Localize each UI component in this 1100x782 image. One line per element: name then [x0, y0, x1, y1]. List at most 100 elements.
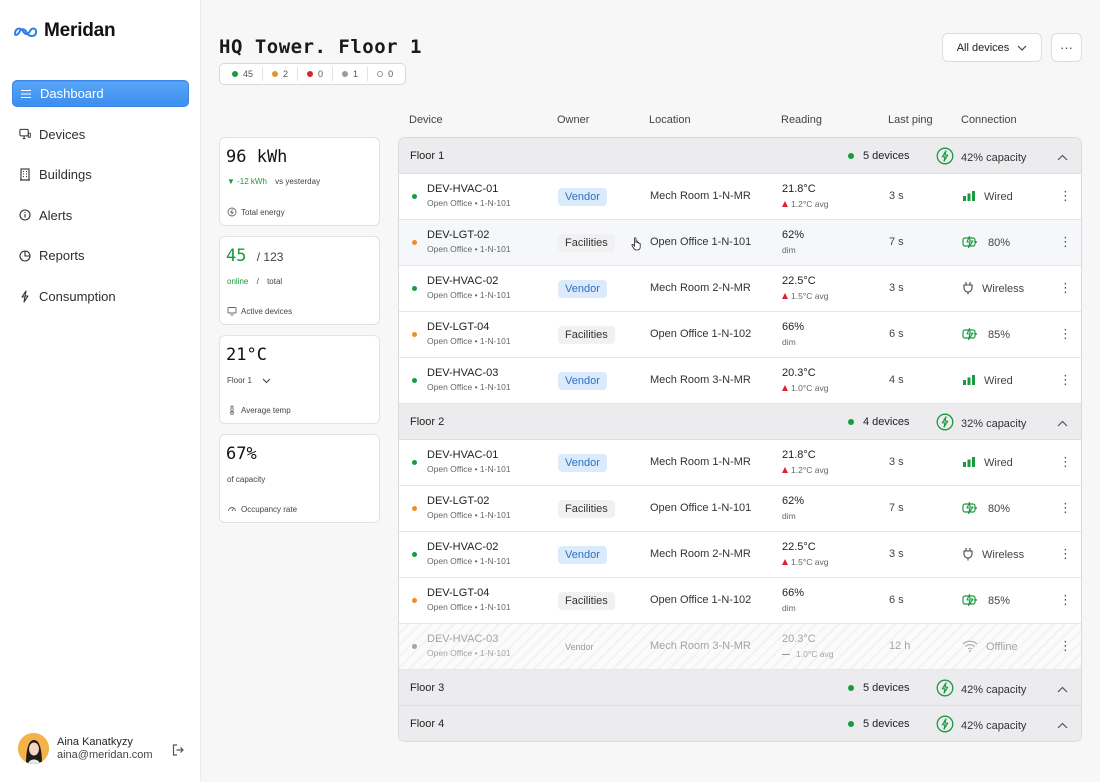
- temp-scope-select[interactable]: Floor 1: [227, 376, 271, 385]
- chevron-up-icon[interactable]: [1057, 150, 1068, 164]
- reading-value: 21.8°C: [782, 183, 816, 195]
- reading-sub-text: dim: [782, 603, 796, 613]
- bolt-icon: [19, 289, 31, 303]
- column-owner[interactable]: Owner: [557, 114, 589, 126]
- column-location[interactable]: Location: [649, 114, 691, 126]
- column-device[interactable]: Device: [409, 114, 443, 126]
- devices-sub: online / total: [227, 277, 282, 286]
- table-row[interactable]: DEV-HVAC-02 Open Office • 1-N-101 Vendor Me…: [399, 266, 1081, 312]
- column-reading[interactable]: Reading: [781, 114, 822, 126]
- temp-scope: Floor 1: [227, 376, 252, 385]
- reading-value: 22.5°C: [782, 541, 816, 553]
- table-row[interactable]: DEV-HVAC-01 Open Office • 1-N-101 Vendor Me…: [399, 440, 1081, 486]
- temp-label: Average temp: [241, 405, 291, 415]
- device-id: DEV-LGT-04: [427, 321, 490, 333]
- reading-value: 62%: [782, 229, 805, 241]
- floor-group-header[interactable]: Floor 3 5 devices 42% capacity: [399, 670, 1081, 706]
- table-row[interactable]: DEV-LGT-02 Open Office • 1-N-101 Facilitie…: [399, 220, 1081, 266]
- nav-item-alerts[interactable]: Alerts: [12, 202, 189, 229]
- chevron-up-icon[interactable]: [1057, 718, 1068, 732]
- floor-group-header[interactable]: Floor 1 5 devices 42% capacity: [399, 138, 1081, 174]
- nav-item-consumption[interactable]: Consumption: [12, 283, 189, 310]
- nav-item-buildings[interactable]: Buildings: [12, 161, 189, 188]
- nav-item-label: Reports: [39, 248, 85, 263]
- row-menu-icon[interactable]: ⋮: [1059, 235, 1072, 248]
- thermometer-icon: [230, 405, 234, 415]
- sidebar: Meridan Dashboard Devices Buildings Alerts R…: [0, 0, 201, 782]
- user-profile[interactable]: Aina Kanatkyzy aina@meridan.com: [18, 733, 186, 764]
- device-id: DEV-HVAC-01: [427, 449, 499, 461]
- status-count: 45: [223, 67, 264, 81]
- brand[interactable]: Meridan: [12, 20, 116, 42]
- floor-name: Floor 3: [410, 682, 445, 694]
- nav-item-dashboard[interactable]: Dashboard: [12, 80, 189, 107]
- row-menu-icon[interactable]: ⋮: [1059, 281, 1072, 294]
- device-location: Open Office • 1-N-101: [427, 336, 511, 346]
- row-menu-icon[interactable]: ⋮: [1059, 639, 1072, 652]
- row-menu-icon[interactable]: ⋮: [1059, 547, 1072, 560]
- devices-label: Active devices: [241, 306, 293, 316]
- reading-sub: 1.0°C avg: [782, 649, 833, 659]
- energy-delta-row: ▼ -12 kWh vs yesterday: [227, 177, 320, 186]
- connection-label: Wired: [984, 375, 1013, 387]
- location-cell: Open Office 1-N-101: [650, 502, 752, 514]
- reading-sub-text: dim: [782, 337, 796, 347]
- status-dot-icon: [272, 71, 279, 77]
- floor-device-count: 5 devices: [848, 682, 909, 694]
- row-menu-icon[interactable]: ⋮: [1059, 593, 1072, 606]
- table-row[interactable]: DEV-HVAC-02 Open Office • 1-N-101 Vendor Me…: [399, 532, 1081, 578]
- online-count: 45: [226, 246, 247, 266]
- nav-item-devices[interactable]: Devices: [12, 121, 189, 148]
- status-dot-icon: [412, 378, 417, 383]
- floor-device-count-label: 5 devices: [863, 150, 910, 162]
- row-menu-icon[interactable]: ⋮: [1059, 373, 1072, 386]
- reading-sub: dim: [782, 511, 796, 521]
- more-options-button[interactable]: ···: [1051, 33, 1082, 62]
- column-connection[interactable]: Connection: [961, 114, 1017, 126]
- online-label: online: [227, 277, 249, 286]
- row-menu-icon[interactable]: ⋮: [1059, 189, 1072, 202]
- status-summary: 45 2 0 1 0: [219, 63, 407, 85]
- owner-badge: Facilities: [558, 500, 615, 518]
- connection-label: 85%: [988, 329, 1011, 341]
- device-filter-dropdown[interactable]: All devices: [942, 33, 1042, 62]
- row-menu-icon[interactable]: ⋮: [1059, 501, 1072, 514]
- last-ping: 3 s: [889, 190, 904, 202]
- status-count: 0: [298, 67, 334, 81]
- reading-sub: 1.2°C avg: [782, 465, 828, 475]
- table-row[interactable]: DEV-HVAC-03 Open Office • 1-N-101 Vendor Me…: [399, 624, 1081, 670]
- row-menu-icon[interactable]: ⋮: [1059, 455, 1072, 468]
- connection-cell: 85%: [962, 325, 1010, 345]
- reading-value: 66%: [782, 587, 805, 599]
- bolt-circle-icon: [936, 679, 954, 700]
- status-dot-icon: [232, 71, 238, 77]
- chevron-up-icon[interactable]: [1057, 416, 1068, 430]
- table-row[interactable]: DEV-LGT-04 Open Office • 1-N-101 Facilitie…: [399, 312, 1081, 358]
- device-location: Open Office • 1-N-101: [427, 556, 511, 566]
- logout-icon[interactable]: [172, 744, 184, 759]
- owner-badge: Vendor: [565, 642, 594, 652]
- reading-sub: 1.2°C avg: [782, 199, 828, 209]
- status-count-value: 45: [243, 69, 254, 79]
- status-dot-icon: [412, 598, 417, 603]
- trend-flat-icon: [782, 653, 790, 655]
- table-row[interactable]: DEV-LGT-04 Open Office • 1-N-101 Facilitie…: [399, 578, 1081, 624]
- connection-cell: Wireless: [962, 279, 1024, 299]
- table-row[interactable]: DEV-HVAC-03 Open Office • 1-N-101 Vendor Me…: [399, 358, 1081, 404]
- reading-sub-text: dim: [782, 511, 796, 521]
- column-last-ping[interactable]: Last ping: [888, 114, 933, 126]
- energy-icon: [227, 207, 237, 217]
- chevron-up-icon[interactable]: [1057, 682, 1068, 696]
- device-id: DEV-HVAC-03: [427, 633, 499, 645]
- status-count: 2: [263, 67, 299, 81]
- table-row[interactable]: DEV-LGT-02 Open Office • 1-N-101 Facilitie…: [399, 486, 1081, 532]
- reading-value: 62%: [782, 495, 805, 507]
- floor-device-count-label: 5 devices: [863, 682, 910, 694]
- table-row[interactable]: DEV-HVAC-01 Open Office • 1-N-101 Vendor Me…: [399, 174, 1081, 220]
- nav-item-reports[interactable]: Reports: [12, 242, 189, 269]
- floor-group-header[interactable]: Floor 4 5 devices 42% capacity: [399, 706, 1081, 741]
- row-menu-icon[interactable]: ⋮: [1059, 327, 1072, 340]
- floor-group-header[interactable]: Floor 2 4 devices 32% capacity: [399, 404, 1081, 440]
- floor-name: Floor 1: [410, 150, 445, 162]
- nav-item-label: Alerts: [39, 207, 73, 223]
